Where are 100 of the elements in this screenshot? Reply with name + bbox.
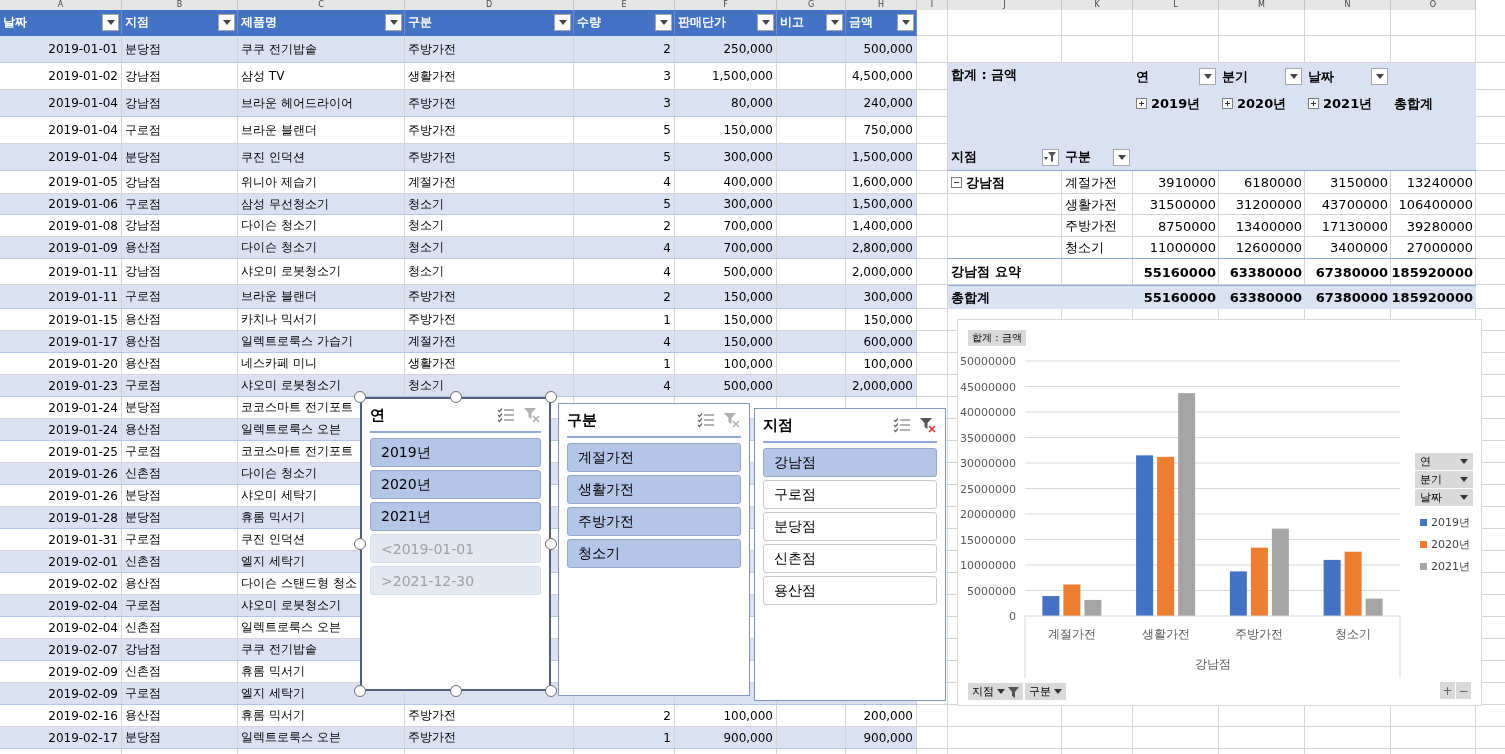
category-name: 청소기 <box>408 195 444 213</box>
column-letter[interactable]: H <box>846 0 917 10</box>
caret-icon <box>1203 74 1212 79</box>
filter-dropdown-button[interactable] <box>897 14 914 31</box>
quantity-value: 5 <box>663 123 671 137</box>
amount-value: 900,000 <box>863 730 913 745</box>
filter-dropdown-button[interactable] <box>385 14 402 31</box>
price-value: 1,500,000 <box>711 69 773 83</box>
field-dropdown-button[interactable] <box>1199 68 1216 85</box>
slicer-item[interactable]: 청소기 <box>567 539 741 568</box>
price-value: 500,000 <box>723 378 773 393</box>
expand-icon[interactable] <box>1222 98 1233 109</box>
multi-select-button[interactable] <box>697 412 715 428</box>
date-text: 2019-01-04 <box>48 150 118 164</box>
value-field-button[interactable]: 합계 : 금액 <box>968 330 1026 346</box>
column-letter[interactable]: E <box>574 0 675 10</box>
price-value: 400,000 <box>723 175 773 189</box>
category-name: 청소기 <box>408 239 444 256</box>
slicer-item[interactable]: 용산점 <box>763 576 937 605</box>
column-letter[interactable]: B <box>122 0 238 10</box>
column-letter[interactable]: A <box>0 0 122 10</box>
column-letter[interactable]: I <box>917 0 948 10</box>
date-text: 2019-02-09 <box>48 664 118 679</box>
checklist-icon <box>697 412 715 428</box>
filtered-field-button[interactable]: 지점 <box>968 683 1023 700</box>
slicer-item[interactable]: 2019년 <box>370 438 541 467</box>
column-letter[interactable]: F <box>675 0 777 10</box>
column-letter[interactable]: M <box>1219 0 1305 10</box>
slicer-item[interactable]: 2020년 <box>370 470 541 499</box>
column-header: 구분 <box>408 14 432 31</box>
column-letter[interactable]: L <box>1133 0 1219 10</box>
slicer-item[interactable]: 생활가전 <box>567 475 741 504</box>
filter-dropdown-button[interactable] <box>102 14 119 31</box>
slicer-item[interactable]: 구로점 <box>763 480 937 509</box>
axis-tick-label: 40000000 <box>960 406 1016 419</box>
group-axis-label: 강남점 <box>1194 657 1231 671</box>
expand-icon[interactable] <box>1308 98 1319 109</box>
date-text: 2019-02-17 <box>48 730 118 745</box>
filter-dropdown-button[interactable] <box>218 14 235 31</box>
date-text: 2019-01-17 <box>48 334 118 349</box>
quantity-value: 3 <box>663 69 671 83</box>
clear-filter-button[interactable] <box>919 417 937 433</box>
column-letter[interactable]: G <box>777 0 846 10</box>
axis-tick-label: 35000000 <box>960 431 1016 445</box>
branch-name: 신촌점 <box>125 619 161 636</box>
slicer-item[interactable]: 2021년 <box>370 502 541 531</box>
product-name: 쿠쿠 전기밥솥 <box>241 40 317 58</box>
grand-total-value: 55160000 <box>1143 290 1216 305</box>
multi-select-button[interactable] <box>497 407 515 423</box>
filter-dropdown-button[interactable] <box>826 14 843 31</box>
branch-name: 신촌점 <box>125 553 161 570</box>
column-letter[interactable]: J <box>948 0 1062 10</box>
legend-field-button[interactable]: 연 <box>1415 453 1473 470</box>
column-letter[interactable]: C <box>238 0 405 10</box>
slicer-item[interactable]: 강남점 <box>763 448 937 477</box>
legend-field-button[interactable]: 분기 <box>1415 471 1473 488</box>
column-letter[interactable]: D <box>405 0 574 10</box>
filter-dropdown-button[interactable] <box>655 14 672 31</box>
field-button[interactable]: 구분 <box>1025 683 1066 700</box>
column-letter[interactable]: K <box>1062 0 1133 10</box>
field-dropdown-button[interactable] <box>1285 68 1302 85</box>
field-dropdown-button[interactable] <box>1371 68 1388 85</box>
product-name: 삼성 TV <box>241 67 285 85</box>
pivot-value: 3910000 <box>1158 175 1216 190</box>
collapse-icon[interactable] <box>951 177 962 188</box>
bar <box>1063 584 1081 616</box>
amount-value: 1,400,000 <box>851 218 913 233</box>
category-label: 생활가전 <box>1065 195 1117 214</box>
expand-icon[interactable] <box>1136 98 1147 109</box>
multi-select-button[interactable] <box>893 417 911 433</box>
legend-field-button[interactable]: 날짜 <box>1415 489 1473 506</box>
product-name: 일렉트로룩스 오븐 <box>241 421 341 438</box>
caret-icon <box>1460 459 1468 464</box>
caret-icon <box>1375 74 1384 79</box>
date-text: 2019-01-05 <box>48 175 118 189</box>
price-value: 150,000 <box>723 334 773 349</box>
slicer-item[interactable]: 계절가전 <box>567 443 741 472</box>
product-name: 엘지 세탁기 <box>241 685 305 702</box>
filter-dropdown-button[interactable] <box>757 14 774 31</box>
date-text: 2019-01-24 <box>48 400 118 415</box>
branch-name: 구로점 <box>125 443 161 460</box>
product-name: 코코스마트 전기포트 <box>241 399 353 416</box>
filter-button[interactable] <box>1042 148 1059 166</box>
column-letter[interactable]: N <box>1305 0 1391 10</box>
category-name: 생활가전 <box>408 67 456 85</box>
column-header: 판매단가 <box>678 14 726 31</box>
zoom-button[interactable]: − <box>1456 682 1471 699</box>
field-dropdown-button[interactable] <box>1113 148 1130 166</box>
slicer-item[interactable]: 주방가전 <box>567 507 741 536</box>
product-name: 삼성 무선청소기 <box>241 195 329 213</box>
grand-total-value: 63380000 <box>1229 290 1302 305</box>
column-letter[interactable]: O <box>1391 0 1476 10</box>
category-axis-label: 계절가전 <box>1047 627 1096 641</box>
zoom-button[interactable]: + <box>1440 682 1455 699</box>
slicer-item[interactable]: 분당점 <box>763 512 937 541</box>
slicer-item[interactable]: 신촌점 <box>763 544 937 573</box>
caret-icon <box>1117 154 1126 160</box>
caret-icon <box>222 20 231 25</box>
product-name: 일렉트로룩스 오븐 <box>241 619 341 636</box>
filter-dropdown-button[interactable] <box>554 14 571 31</box>
